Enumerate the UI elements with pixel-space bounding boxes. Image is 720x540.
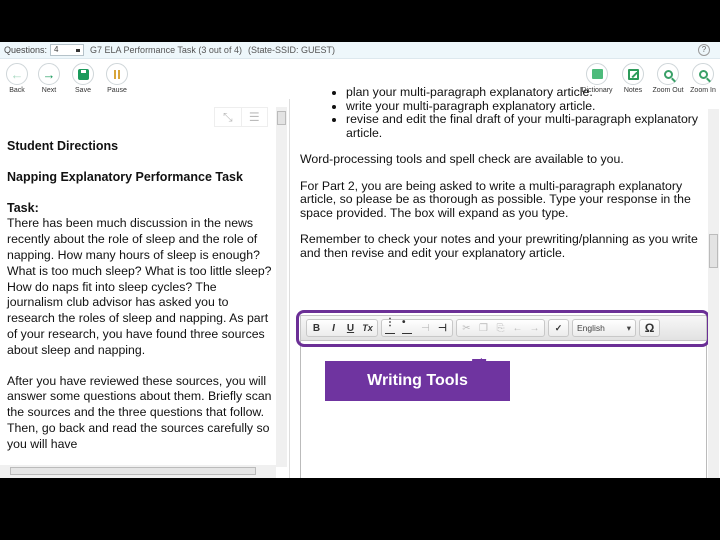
dropdown-arrow-icon [76,49,81,52]
pause-label: Pause [107,87,127,94]
pause-icon [114,69,120,79]
task-title-heading: Napping Explanatory Performance Task [7,169,243,184]
panel-tools: ⤡ ☰ [214,107,268,127]
list-item: write your multi-paragraph explanatory a… [328,99,705,114]
question-header: Questions: 4 G7 ELA Performance Task (3 … [0,42,720,59]
next-label: Next [41,87,57,94]
instructions-paragraph: After you have reviewed these sources, y… [7,373,272,451]
save-icon [77,68,89,80]
passage-vertical-scrollbar[interactable] [276,107,287,467]
list-item: revise and edit the final draft of your … [328,112,705,140]
list-item: plan your multi-paragraph explanatory ar… [328,85,705,100]
passage-content: Student Directions Napping Explanatory P… [7,139,273,468]
questions-label: Questions: [4,45,48,55]
reminder-note: Remember to check your notes and your pr… [300,232,698,260]
passage-horizontal-scrollbar[interactable] [0,465,276,478]
zoom-out-icon [663,69,673,79]
question-select[interactable]: 4 [50,44,85,56]
steps-list: plan your multi-paragraph explanatory ar… [328,85,705,140]
save-button[interactable]: Save [66,63,100,94]
student-directions-heading: Student Directions [7,139,119,153]
back-button[interactable]: ← Back [0,63,34,94]
test-app: Questions: 4 G7 ELA Performance Task (3 … [0,42,720,478]
next-arrow-icon: → [42,66,56,82]
passage-panel: ⤡ ☰ Student Directions Napping Explanato… [0,99,290,478]
next-button[interactable]: → Next [32,63,66,94]
help-icon[interactable]: ? [698,44,710,56]
response-panel: plan your multi-paragraph explanatory ar… [291,85,720,478]
task-paragraph: There has been much discussion in the ne… [7,216,272,357]
dictionary-icon [591,69,603,79]
student-info: (State-SSID: GUEST) [247,45,335,55]
back-label: Back [9,87,25,94]
tools-note: Word-processing tools and spell check ar… [300,152,624,166]
task-heading: Task: [7,200,39,215]
writing-tools-highlight [296,310,710,347]
question-number: 4 [54,45,59,54]
expand-icon[interactable]: ⤡ [215,108,242,126]
response-vertical-scrollbar[interactable] [708,109,719,478]
response-instructions: plan your multi-paragraph explanatory ar… [300,85,705,260]
notes-icon [627,68,639,80]
part2-note: For Part 2, you are being asked to write… [300,178,691,220]
back-arrow-icon: ← [10,66,24,82]
pause-button[interactable]: Pause [100,63,134,94]
menu-icon[interactable]: ☰ [242,108,268,126]
zoom-in-icon [698,69,708,79]
save-label: Save [75,87,91,94]
task-title: G7 ELA Performance Task (3 out of 4) [90,45,242,55]
writing-tools-callout: Writing Tools [325,361,510,401]
